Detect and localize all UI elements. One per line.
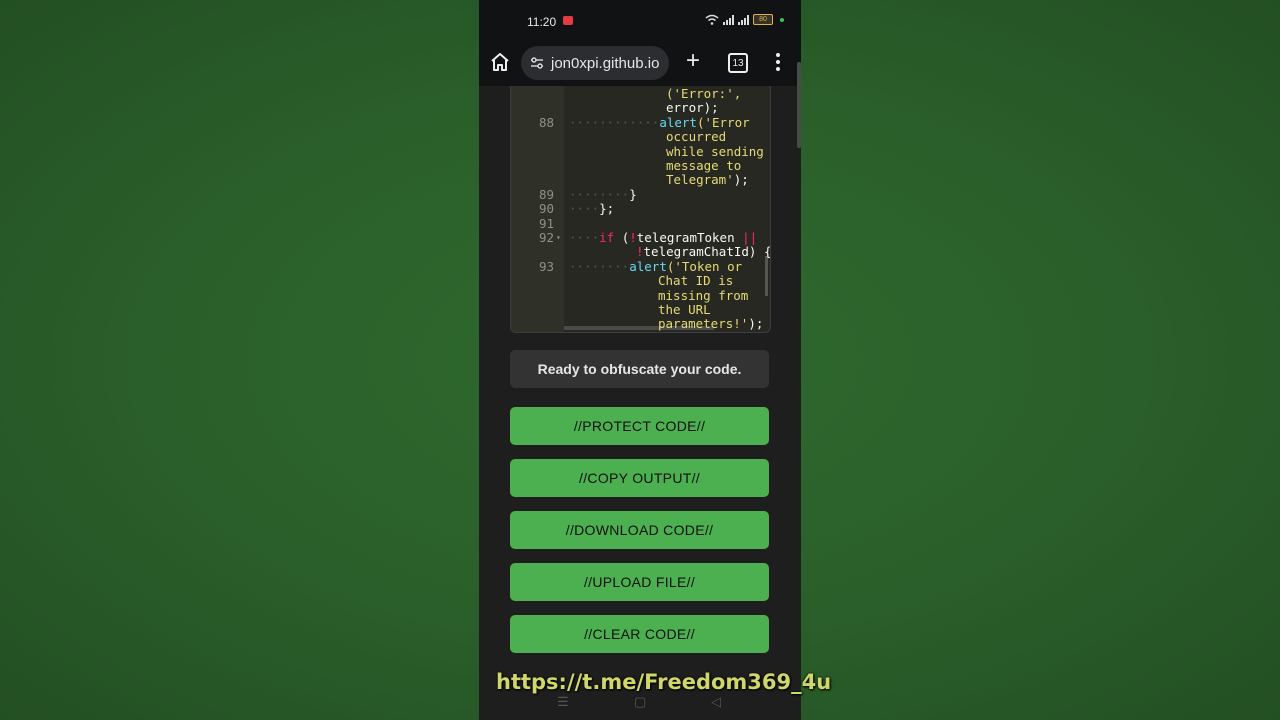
line-number: 89 [538,186,554,202]
status-icons: 80 [705,14,784,25]
editor-vertical-scrollbar[interactable] [765,256,768,296]
code-text: ········alert('Token or [569,258,743,274]
code-text: missing from [658,287,749,303]
clear-code-button[interactable]: //CLEAR CODE// [510,615,769,653]
recents-icon[interactable]: ☰ [557,694,569,710]
telegram-link-overlay: https://t.me/Freedom369_4u [496,670,832,694]
code-text: parameters!'); [658,316,764,332]
code-text: message to [666,158,742,173]
screen-record-icon [563,16,573,25]
signal-icon [723,14,734,25]
copy-output-button[interactable]: //COPY OUTPUT// [510,459,769,497]
code-text: the URL [658,302,711,317]
line-number: 93 [538,258,554,274]
clock: 11:20 [527,15,557,29]
code-text: !telegramChatId) { [636,244,771,260]
wifi-icon [705,14,719,25]
new-tab-icon[interactable]: + [682,49,704,73]
phone-screen: 11:20 80 jon0xpi.github.io + 13 ('Error:… [479,0,801,720]
more-menu-icon[interactable] [775,52,781,72]
back-icon[interactable]: ◁ [711,694,721,710]
code-text: ('Error:', [666,86,742,101]
line-number: 92 [538,230,554,245]
code-text: ····}; [569,201,615,217]
line-number: 88 [538,114,554,130]
url-text: jon0xpi.github.io [551,54,660,72]
browser-toolbar: jon0xpi.github.io + 13 [479,40,801,86]
code-editor[interactable]: ('Error:', error); 88 ············alert('Er… [510,86,771,333]
status-bar: 11:20 80 [479,0,801,40]
code-text: error); [666,100,719,116]
line-number: 91 [538,215,554,231]
signal-icon-2 [738,14,749,25]
download-code-button[interactable]: //DOWNLOAD CODE// [510,511,769,549]
page-scrollbar[interactable] [797,62,801,148]
battery-icon: 80 [753,14,773,25]
site-settings-icon[interactable] [529,55,545,71]
tab-switcher-button[interactable]: 13 [728,53,748,73]
status-message: Ready to obfuscate your code. [510,350,769,388]
protect-code-button[interactable]: //PROTECT CODE// [510,407,769,445]
code-text: occurred [666,129,727,145]
privacy-dot-icon [780,17,784,22]
fold-arrow-icon[interactable]: ▾ [556,231,561,245]
home-icon[interactable] [489,51,511,73]
code-text: ········} [569,186,637,202]
code-text: while sending [666,143,764,159]
upload-file-button[interactable]: //UPLOAD FILE// [510,563,769,601]
code-text: ············alert('Error [569,114,750,130]
code-text: ····if (!telegramToken || [569,230,758,245]
address-bar[interactable]: jon0xpi.github.io [521,46,669,80]
code-text: Chat ID is [658,273,734,289]
line-number: 90 [538,201,554,217]
code-text: Telegram'); [666,172,749,188]
home-nav-icon[interactable]: ▢ [634,694,646,710]
